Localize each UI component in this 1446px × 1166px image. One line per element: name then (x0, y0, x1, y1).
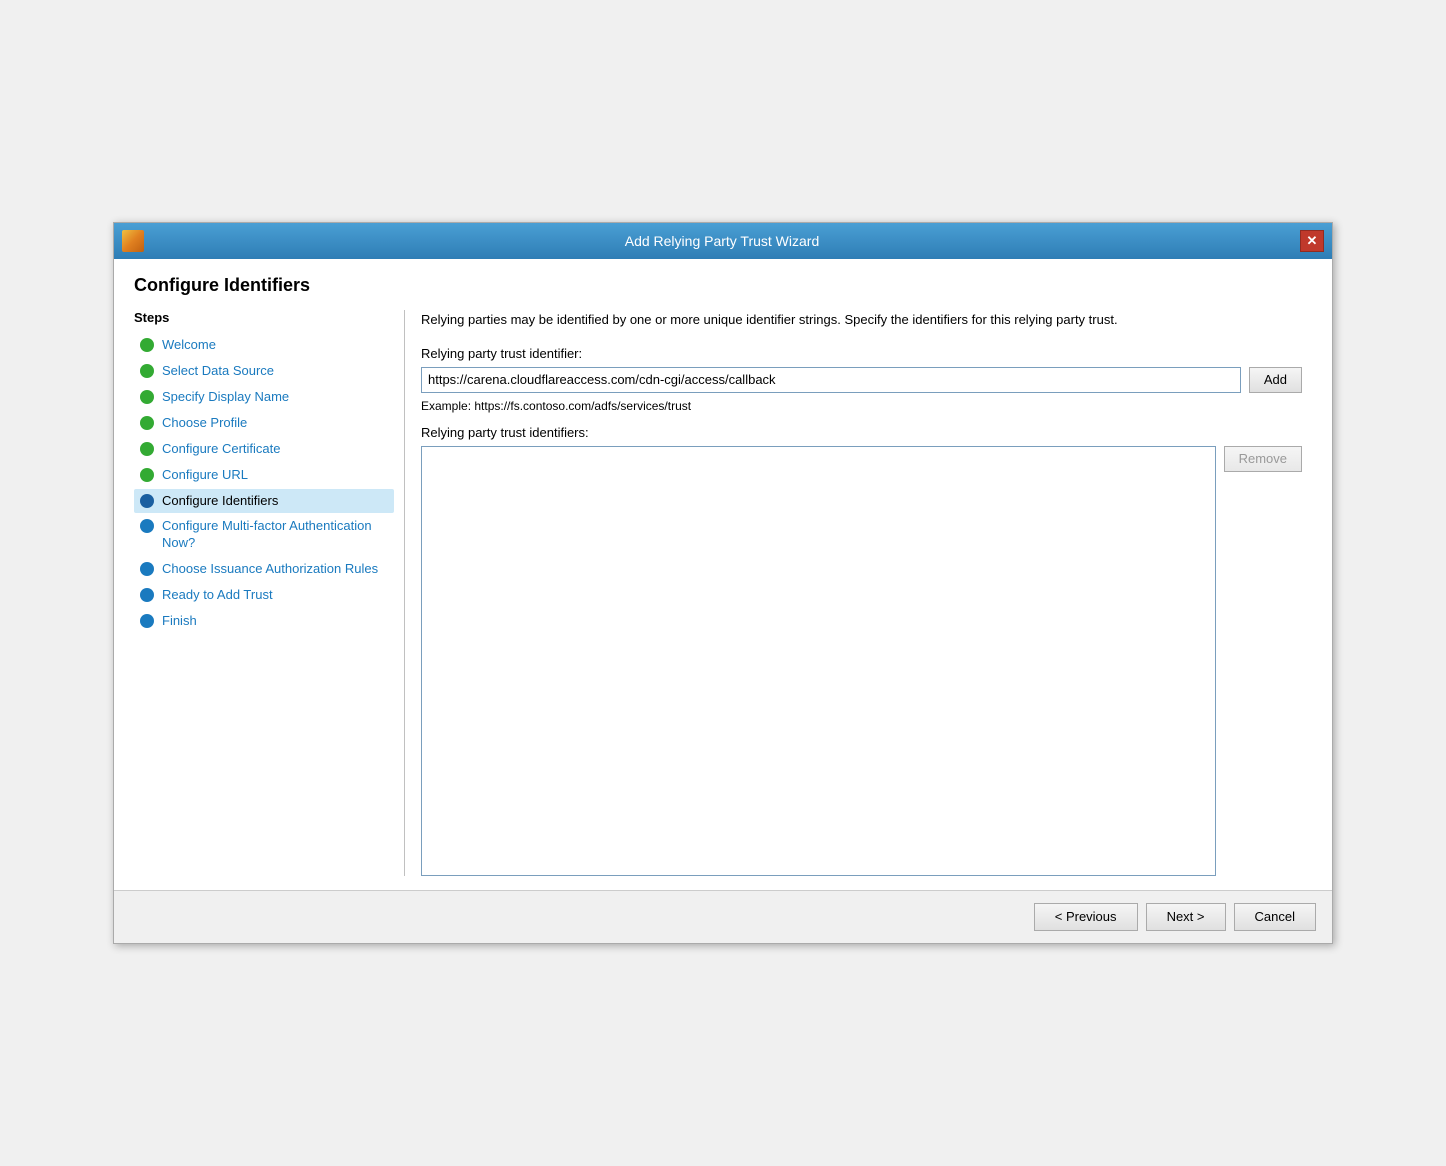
step-label-configure-mfa: Configure Multi-factor Authentication No… (162, 518, 388, 552)
step-dot-select-data-source (140, 364, 154, 378)
step-dot-configure-mfa (140, 519, 154, 533)
sidebar-item-configure-identifiers[interactable]: Configure Identifiers (134, 489, 394, 514)
sidebar-item-welcome[interactable]: Welcome (134, 333, 394, 358)
right-panel: Relying parties may be identified by one… (404, 310, 1312, 876)
page-title: Configure Identifiers (134, 275, 1312, 296)
step-dot-choose-profile (140, 416, 154, 430)
identifier-label: Relying party trust identifier: (421, 346, 1302, 361)
titlebar: Add Relying Party Trust Wizard ✕ (114, 223, 1332, 259)
description-text: Relying parties may be identified by one… (421, 310, 1302, 330)
step-dot-ready-to-add (140, 588, 154, 602)
identifier-row: Add (421, 367, 1302, 393)
next-button[interactable]: Next > (1146, 903, 1226, 931)
sidebar-item-specify-display-name[interactable]: Specify Display Name (134, 385, 394, 410)
steps-label: Steps (134, 310, 394, 325)
step-label-configure-certificate: Configure Certificate (162, 441, 281, 458)
step-dot-specify-display-name (140, 390, 154, 404)
step-label-choose-issuance: Choose Issuance Authorization Rules (162, 561, 378, 578)
sidebar-item-configure-mfa[interactable]: Configure Multi-factor Authentication No… (134, 514, 394, 556)
step-label-ready-to-add: Ready to Add Trust (162, 587, 273, 604)
sidebar-item-choose-issuance[interactable]: Choose Issuance Authorization Rules (134, 557, 394, 582)
example-text: Example: https://fs.contoso.com/adfs/ser… (421, 399, 1302, 413)
wizard-window: Add Relying Party Trust Wizard ✕ Configu… (113, 222, 1333, 944)
step-dot-configure-identifiers (140, 494, 154, 508)
sidebar-item-configure-url[interactable]: Configure URL (134, 463, 394, 488)
identifiers-list-row: Remove (421, 446, 1302, 876)
bottom-bar: < Previous Next > Cancel (114, 890, 1332, 943)
close-button[interactable]: ✕ (1300, 230, 1324, 252)
app-icon (122, 230, 144, 252)
steps-list: Welcome Select Data Source Specify Display… (134, 333, 394, 634)
previous-button[interactable]: < Previous (1034, 903, 1138, 931)
main-layout: Steps Welcome Select Data Source Specify D… (134, 310, 1312, 876)
sidebar-item-finish[interactable]: Finish (134, 609, 394, 634)
sidebar: Steps Welcome Select Data Source Specify D… (134, 310, 404, 876)
step-dot-finish (140, 614, 154, 628)
step-label-choose-profile: Choose Profile (162, 415, 247, 432)
window-title: Add Relying Party Trust Wizard (144, 233, 1300, 249)
step-label-welcome: Welcome (162, 337, 216, 354)
step-dot-configure-certificate (140, 442, 154, 456)
step-label-finish: Finish (162, 613, 197, 630)
step-label-configure-url: Configure URL (162, 467, 248, 484)
step-dot-configure-url (140, 468, 154, 482)
sidebar-item-select-data-source[interactable]: Select Data Source (134, 359, 394, 384)
cancel-button[interactable]: Cancel (1234, 903, 1316, 931)
step-label-select-data-source: Select Data Source (162, 363, 274, 380)
sidebar-item-ready-to-add[interactable]: Ready to Add Trust (134, 583, 394, 608)
identifier-input[interactable] (421, 367, 1241, 393)
step-label-configure-identifiers: Configure Identifiers (162, 493, 278, 510)
add-button[interactable]: Add (1249, 367, 1302, 393)
identifiers-list-label: Relying party trust identifiers: (421, 425, 1302, 440)
sidebar-item-configure-certificate[interactable]: Configure Certificate (134, 437, 394, 462)
sidebar-item-choose-profile[interactable]: Choose Profile (134, 411, 394, 436)
step-dot-welcome (140, 338, 154, 352)
content-area: Configure Identifiers Steps Welcome Selec… (114, 259, 1332, 876)
identifiers-list[interactable] (421, 446, 1216, 876)
step-dot-choose-issuance (140, 562, 154, 576)
step-label-specify-display-name: Specify Display Name (162, 389, 289, 406)
remove-button[interactable]: Remove (1224, 446, 1302, 472)
